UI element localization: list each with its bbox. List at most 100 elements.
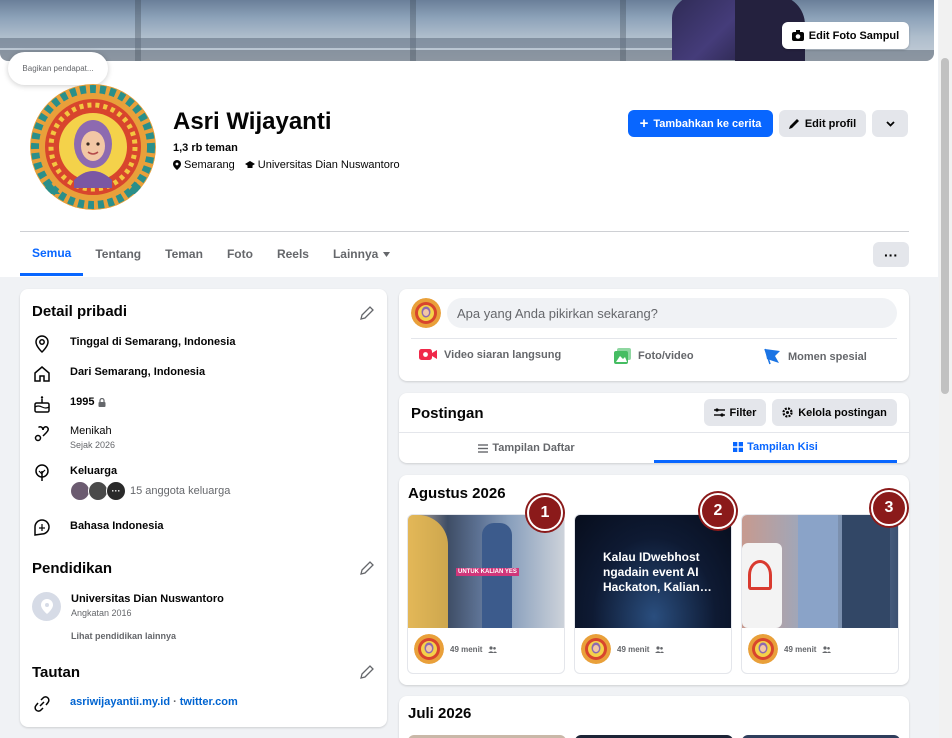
filter-button[interactable]: Filter — [704, 399, 766, 426]
language-text: Bahasa Indonesia — [70, 520, 164, 532]
tab-more-label: Lainnya — [332, 247, 379, 261]
pencil-icon — [788, 119, 799, 129]
detail-relationship: Menikah Sejak 2026 — [32, 423, 362, 450]
plus-icon: + — [639, 115, 649, 132]
avatar — [748, 634, 778, 664]
life-event-button[interactable]: Momen spesial — [764, 348, 867, 365]
tab-friends[interactable]: Teman — [153, 232, 215, 276]
note-bubble[interactable]: Bagikan pendapat... — [8, 52, 108, 85]
posts-header: Postingan Filter Kelola postingan Tampil… — [399, 393, 909, 463]
tab-reels[interactable]: Reels — [265, 232, 321, 276]
more-profile-button[interactable] — [872, 110, 908, 137]
tab-all[interactable]: Semua — [20, 232, 84, 276]
grid-section-july: Juli 2026 — [399, 696, 909, 738]
location-pin-icon — [173, 160, 181, 170]
avatar[interactable] — [411, 298, 441, 328]
education-more-link[interactable]: Lihat pendidikan lainnya — [71, 631, 176, 641]
scrollbar-thumb[interactable] — [941, 58, 949, 394]
from-text: Dari Semarang, Indonesia — [70, 366, 206, 378]
detail-language: Bahasa Indonesia — [32, 518, 362, 538]
number-badge: 1 — [527, 495, 563, 531]
grid-view-label: Tampilan Kisi — [747, 440, 818, 453]
intro-card: Detail pribadi Tinggal di Semarang, Indo… — [20, 289, 387, 727]
family-members[interactable]: ··· 15 anggota keluarga — [70, 481, 230, 501]
lives-text: Tinggal di Semarang, Indonesia — [70, 336, 236, 348]
camera-icon — [791, 30, 804, 41]
number-badge: 2 — [700, 493, 736, 529]
education-year: Angkatan 2016 — [71, 608, 132, 618]
tab-photos[interactable]: Foto — [215, 232, 265, 276]
month-heading: Juli 2026 — [408, 705, 472, 722]
relationship-since: Sejak 2026 — [70, 440, 116, 450]
family-label: Keluarga — [70, 465, 118, 477]
post-thumbnail — [742, 515, 898, 628]
live-video-button[interactable]: Video siaran langsung — [419, 348, 561, 361]
caret-down-icon — [383, 251, 391, 257]
dots-icon: ··· — [884, 246, 898, 263]
filter-label: Filter — [729, 406, 757, 419]
birth-year-text: 1995 — [70, 396, 95, 408]
friend-count[interactable]: 1,3 rb teman — [173, 142, 238, 154]
flag-icon — [764, 348, 780, 365]
chevron-down-icon — [885, 120, 895, 127]
add-story-label: Tambahkan ke cerita — [653, 117, 762, 130]
manage-posts-button[interactable]: Kelola postingan — [772, 399, 897, 426]
friends-audience-icon — [488, 645, 498, 653]
edit-links-icon[interactable] — [359, 664, 375, 680]
links-title: Tautan — [32, 664, 81, 681]
profile-avatar[interactable] — [30, 84, 156, 210]
lock-icon — [98, 397, 106, 407]
live-video-icon — [419, 349, 437, 360]
post-time: 49 menit — [784, 644, 817, 654]
life-event-label: Momen spesial — [788, 350, 867, 363]
profile-header: Edit Foto Sampul Bagikan pendapat... Asr… — [0, 0, 938, 277]
detail-birthday: 1995 — [32, 394, 362, 414]
post-thumbnail: Kalau IDwebhost ngadain event AI Hackato… — [575, 515, 731, 628]
post-caption: Kalau IDwebhost ngadain event AI Hackato… — [603, 550, 712, 594]
education-title: Pendidikan — [32, 560, 113, 577]
grid-post-1[interactable]: UNTUK KALIAN YES 49 menit — [407, 514, 565, 674]
link-separator: · — [173, 696, 177, 708]
graduation-cap-icon — [244, 161, 255, 168]
posts-title: Postingan — [411, 405, 484, 422]
edit-profile-label: Edit profil — [804, 117, 857, 130]
avatar — [88, 481, 108, 501]
post-time: 49 menit — [617, 644, 650, 654]
avatar: ··· — [106, 481, 126, 501]
edit-profile-button[interactable]: Edit profil — [779, 110, 866, 137]
tabs-more-button[interactable]: ··· — [873, 242, 909, 267]
list-view-label: Tampilan Daftar — [492, 442, 575, 454]
post-time: 49 menit — [450, 644, 483, 654]
twitter-link[interactable]: twitter.com — [180, 696, 238, 708]
avatar — [581, 634, 611, 664]
friends-audience-icon — [655, 645, 665, 653]
post-thumbnail: UNTUK KALIAN YES — [408, 515, 564, 628]
edit-cover-button[interactable]: Edit Foto Sampul — [782, 22, 909, 49]
friends-audience-icon — [822, 645, 832, 653]
gear-icon — [782, 407, 793, 418]
avatar — [70, 481, 90, 501]
edit-details-icon[interactable] — [359, 305, 375, 321]
photo-icon — [614, 348, 631, 364]
edit-education-icon[interactable] — [359, 560, 375, 576]
list-view-tab[interactable]: Tampilan Daftar — [399, 433, 654, 463]
tab-more[interactable]: Lainnya — [321, 232, 402, 276]
location-pin-icon — [35, 335, 49, 353]
photo-video-button[interactable]: Foto/video — [614, 348, 694, 364]
list-icon — [478, 443, 489, 453]
website-link[interactable]: asriwijayantii.my.id — [70, 696, 170, 708]
home-icon — [34, 366, 50, 382]
profile-meta: Semarang Universitas Dian Nuswantoro — [173, 159, 400, 171]
tab-about[interactable]: Tentang — [83, 232, 153, 276]
detail-lives: Tinggal di Semarang, Indonesia — [32, 334, 362, 354]
grid-view-tab[interactable]: Tampilan Kisi — [654, 433, 897, 463]
live-video-label: Video siaran langsung — [444, 348, 562, 361]
composer-input[interactable]: Apa yang Anda pikirkan sekarang? — [447, 298, 897, 328]
profile-name: Asri Wijayanti — [173, 108, 332, 135]
grid-post-2[interactable]: Kalau IDwebhost ngadain event AI Hackato… — [574, 514, 732, 674]
education-school[interactable]: Universitas Dian Nuswantoro — [71, 593, 224, 605]
grid-post-3[interactable]: 49 menit — [741, 514, 899, 674]
add-story-button[interactable]: + Tambahkan ke cerita — [628, 110, 773, 137]
family-count: 15 anggota keluarga — [130, 485, 231, 497]
heart-link-icon — [34, 426, 49, 442]
